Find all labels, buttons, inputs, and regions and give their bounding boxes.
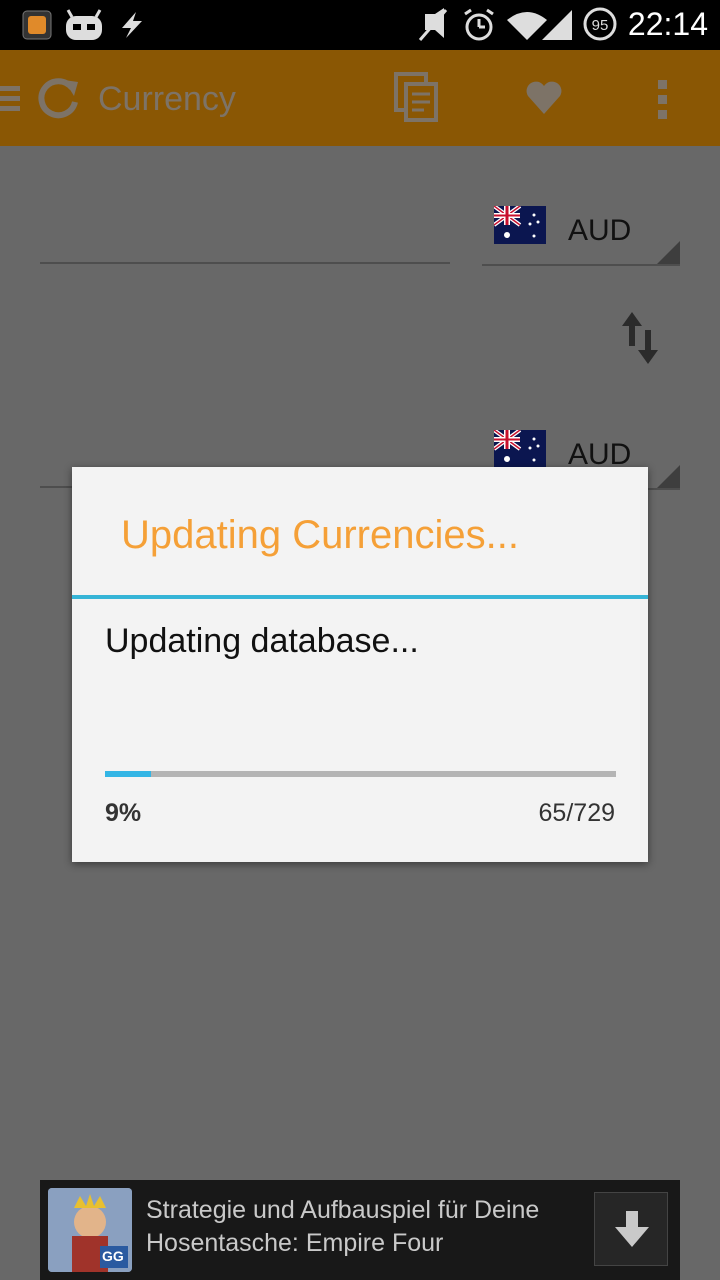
- svg-text:95: 95: [592, 17, 609, 34]
- overflow-menu-icon[interactable]: [656, 78, 670, 127]
- favorite-icon[interactable]: [524, 78, 564, 121]
- action-bar: Currency: [0, 50, 720, 146]
- copy-icon[interactable]: [394, 72, 440, 129]
- refresh-icon[interactable]: [34, 74, 82, 127]
- dialog-title: Updating Currencies...: [121, 513, 519, 557]
- progress-dialog: Updating Currencies... Updating database…: [72, 467, 648, 862]
- ad-download-button[interactable]: [594, 1192, 668, 1266]
- alarm-icon: [462, 8, 496, 47]
- from-currency-code: AUD: [568, 214, 632, 247]
- status-bar: 95 22:14: [0, 0, 720, 50]
- app-notification-icon: [22, 10, 52, 45]
- australia-flag-icon: [494, 206, 546, 244]
- dialog-message: Updating database...: [105, 622, 419, 660]
- ad-thumbnail-label: GG: [102, 1248, 124, 1264]
- clock: 22:14: [627, 6, 708, 42]
- spinner-arrow: [656, 241, 680, 265]
- dialog-title-divider: [72, 595, 648, 599]
- from-currency-spinner[interactable]: AUD: [482, 196, 680, 266]
- from-amount-underline: [40, 262, 450, 264]
- australia-flag-icon: [494, 430, 546, 468]
- download-arrow-icon: [615, 1211, 649, 1254]
- usb-debug-icon: [116, 10, 148, 45]
- mute-icon: [418, 8, 448, 47]
- battery-icon: 95: [582, 6, 618, 47]
- progress-bar-fill: [105, 771, 151, 777]
- ad-thumbnail[interactable]: GG: [48, 1188, 132, 1272]
- progress-count: 65/729: [538, 799, 615, 827]
- from-amount-input[interactable]: [40, 216, 450, 266]
- ad-text[interactable]: Strategie und Aufbauspiel für Deine Hose…: [146, 1194, 576, 1260]
- signal-icon: [542, 10, 572, 45]
- app-title: Currency: [98, 80, 236, 118]
- ad-banner[interactable]: GG Strategie und Aufbauspiel für Deine H…: [40, 1180, 680, 1280]
- progress-bar: [105, 771, 616, 777]
- from-spinner-underline: [482, 264, 680, 266]
- progress-percent: 9%: [105, 799, 142, 827]
- swap-currencies-icon[interactable]: [622, 312, 658, 369]
- menu-icon[interactable]: [0, 84, 22, 119]
- android-robot-icon: [64, 8, 104, 47]
- spinner-arrow: [656, 465, 680, 489]
